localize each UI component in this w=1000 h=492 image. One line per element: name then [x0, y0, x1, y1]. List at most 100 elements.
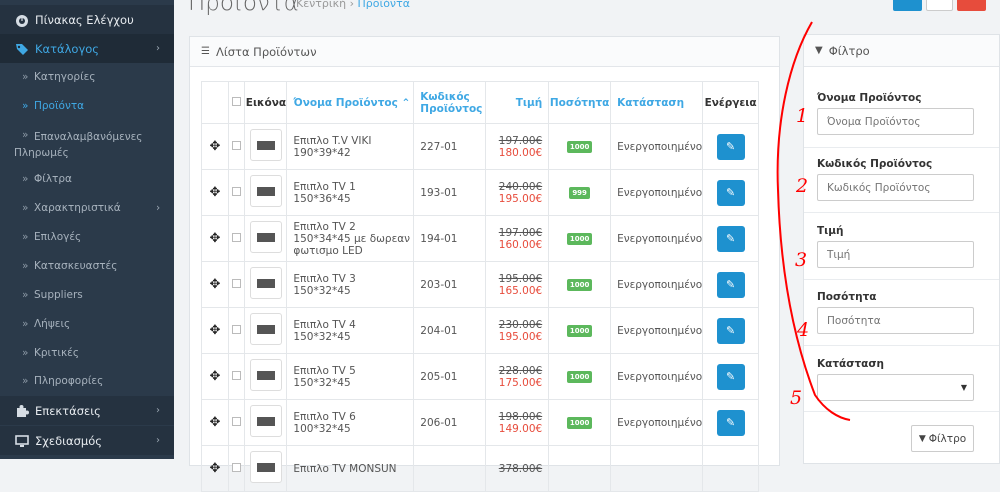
- edit-button[interactable]: ✎: [716, 179, 745, 206]
- filter-divider: [804, 212, 999, 213]
- quantity-badge: 999: [569, 187, 590, 199]
- image-cell: [244, 215, 288, 262]
- filter-status-select[interactable]: ▼: [817, 374, 974, 401]
- dashboard-icon: [15, 13, 29, 27]
- drag-handle-icon[interactable]: ✥: [210, 277, 221, 292]
- filter-code-input[interactable]: [817, 174, 974, 201]
- select-all-checkbox[interactable]: [232, 96, 242, 106]
- add-button[interactable]: [893, 0, 922, 11]
- edit-button[interactable]: ✎: [716, 363, 745, 390]
- annotation-5: 5: [790, 387, 802, 409]
- sidebar-item-label: Πληροφορίες: [34, 375, 104, 387]
- sidebar: Πίνακας Ελέγχου Κατάλογος › » Κατηγορίες …: [0, 0, 174, 459]
- row-checkbox[interactable]: [232, 140, 242, 150]
- product-code: 203-01: [413, 261, 487, 308]
- qty-cell: 1000: [548, 215, 612, 262]
- sidebar-item-dashboard[interactable]: Πίνακας Ελέγχου: [0, 5, 174, 34]
- product-code: 194-01: [413, 215, 487, 262]
- row-checkbox[interactable]: [232, 186, 242, 196]
- code-column-header[interactable]: Κωδικός Προϊόντος: [413, 81, 487, 124]
- checkbox-cell: [227, 307, 246, 354]
- old-price: 197.00€: [498, 226, 543, 239]
- drag-handle-icon[interactable]: ✥: [210, 185, 221, 200]
- row-checkbox[interactable]: [232, 278, 242, 288]
- special-price: 160.00€: [498, 238, 543, 251]
- drag-handle-icon[interactable]: ✥: [210, 231, 221, 246]
- old-price: 240.00€: [498, 180, 543, 193]
- product-thumbnail: [249, 451, 282, 483]
- row-checkbox[interactable]: [232, 370, 242, 380]
- sidebar-item-design[interactable]: Σχεδιασμός ›: [0, 426, 174, 455]
- breadcrumb-home[interactable]: Κεντρική: [296, 0, 346, 10]
- select-all-cell: [227, 81, 246, 124]
- pencil-icon: ✎: [725, 415, 736, 429]
- delete-button[interactable]: [957, 0, 986, 11]
- double-chevron-icon: »: [22, 375, 29, 387]
- filter-icon: ▼: [918, 433, 926, 444]
- chevron-right-icon: ›: [156, 202, 161, 214]
- double-chevron-icon: »: [22, 347, 29, 359]
- product-table: Εικόνα Όνομα Προϊόντος ⌃ Κωδικός Προϊόντ…: [201, 81, 759, 492]
- pencil-icon: ✎: [725, 139, 736, 153]
- qty-cell: 1000: [548, 307, 612, 354]
- product-code: 204-01: [413, 307, 487, 354]
- qty-cell: [548, 445, 612, 492]
- edit-button[interactable]: ✎: [716, 225, 745, 252]
- checkbox-cell: [227, 445, 246, 492]
- drag-handle-icon[interactable]: ✥: [210, 369, 221, 384]
- drag-handle-icon[interactable]: ✥: [210, 139, 221, 154]
- name-column-label: Όνομα Προϊόντος: [293, 96, 398, 109]
- row-checkbox[interactable]: [232, 232, 242, 242]
- filter-button-label: Φίλτρο: [928, 432, 967, 445]
- drag-handle-icon[interactable]: ✥: [210, 461, 221, 476]
- table-row: ✥ Επιπλο TV MONSUN 378.00€: [201, 445, 759, 492]
- sidebar-item-catalog[interactable]: Κατάλογος ›: [0, 34, 174, 63]
- price-column-header[interactable]: Τιμή: [485, 81, 550, 124]
- row-checkbox[interactable]: [232, 462, 242, 472]
- quantity-badge: 1000: [566, 233, 593, 245]
- product-status: [610, 445, 704, 492]
- qty-cell: 1000: [548, 261, 612, 308]
- edit-button[interactable]: ✎: [716, 271, 745, 298]
- row-checkbox[interactable]: [232, 324, 242, 334]
- filter-qty-label: Ποσότητα: [817, 291, 877, 303]
- double-chevron-icon: »: [22, 260, 29, 272]
- product-status: Ενεργοποιημένο: [610, 169, 704, 216]
- product-name: Επιπλο TV 5 150*32*45: [286, 353, 415, 400]
- filter-title: Φίλτρο: [828, 43, 870, 58]
- drag-handle-icon[interactable]: ✥: [210, 415, 221, 430]
- row-checkbox[interactable]: [232, 416, 242, 426]
- drag-cell: ✥: [201, 123, 229, 170]
- sidebar-item-label: Κριτικές: [34, 347, 80, 359]
- drag-cell: ✥: [201, 307, 229, 354]
- filter-price-input[interactable]: [817, 241, 974, 268]
- filter-button[interactable]: ▼ Φίλτρο: [911, 425, 974, 452]
- drag-cell: ✥: [201, 169, 229, 216]
- sidebar-item-label: Κατασκευαστές: [34, 260, 118, 272]
- qty-cell: 1000: [548, 123, 612, 170]
- edit-button[interactable]: ✎: [716, 409, 745, 436]
- filter-qty-input[interactable]: [817, 307, 974, 334]
- image-cell: [244, 261, 288, 308]
- name-column-header[interactable]: Όνομα Προϊόντος ⌃: [286, 81, 415, 124]
- checkbox-cell: [227, 123, 246, 170]
- edit-button[interactable]: ✎: [716, 317, 745, 344]
- table-row: ✥ Επιπλο TV 6 100*32*45 206-01 198.00€ 149.0…: [201, 399, 759, 446]
- filter-name-input[interactable]: [817, 108, 974, 135]
- edit-button[interactable]: ✎: [716, 133, 745, 160]
- actions-cell: ✎: [702, 353, 759, 400]
- product-status: Ενεργοποιημένο: [610, 307, 704, 354]
- breadcrumb-current[interactable]: Προϊόντα: [358, 0, 410, 10]
- qty-column-header[interactable]: Ποσότητα: [548, 81, 612, 124]
- pencil-icon: ✎: [725, 231, 736, 245]
- filter-heading: ▼ Φίλτρο: [804, 35, 999, 67]
- special-price: 180.00€: [498, 146, 543, 159]
- price-cell: 230.00€ 195.00€: [485, 307, 550, 354]
- actions-cell: ✎: [702, 215, 759, 262]
- sidebar-item-extensions[interactable]: Επεκτάσεις ›: [0, 396, 174, 425]
- copy-button[interactable]: [926, 0, 953, 11]
- status-column-header[interactable]: Κατάσταση: [610, 81, 704, 124]
- quantity-badge: 1000: [566, 417, 593, 429]
- drag-handle-icon[interactable]: ✥: [210, 323, 221, 338]
- filter-divider: [804, 279, 999, 280]
